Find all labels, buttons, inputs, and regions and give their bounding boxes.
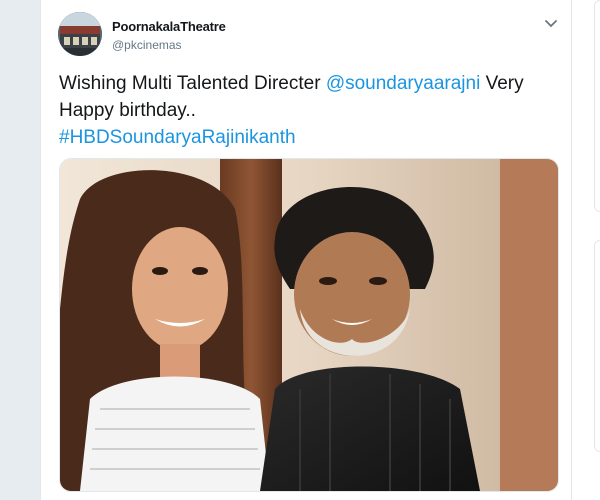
tweet-photo[interactable] bbox=[59, 158, 559, 492]
tweet-text-intro: Wishing Multi Talented Directer bbox=[59, 73, 326, 94]
adjacent-card bbox=[594, 240, 600, 452]
tweet-text: Wishing Multi Talented Directer @soundar… bbox=[59, 70, 564, 151]
photo-image bbox=[60, 159, 558, 491]
theatre-building-avatar-icon bbox=[58, 12, 102, 56]
mention-link[interactable]: @soundaryaarajni bbox=[326, 73, 481, 94]
tweet-card[interactable]: PoornakalaTheatre @pkcinemas Wishing Mul… bbox=[40, 0, 572, 500]
chevron-down-icon bbox=[545, 20, 557, 28]
display-name[interactable]: PoornakalaTheatre bbox=[112, 19, 226, 34]
user-handle[interactable]: @pkcinemas bbox=[112, 38, 182, 52]
profile-avatar[interactable] bbox=[58, 12, 102, 56]
tweet-menu-button[interactable] bbox=[541, 14, 561, 34]
adjacent-card bbox=[594, 0, 600, 212]
hashtag-link[interactable]: #HBDSoundaryaRajinikanth bbox=[59, 127, 296, 148]
